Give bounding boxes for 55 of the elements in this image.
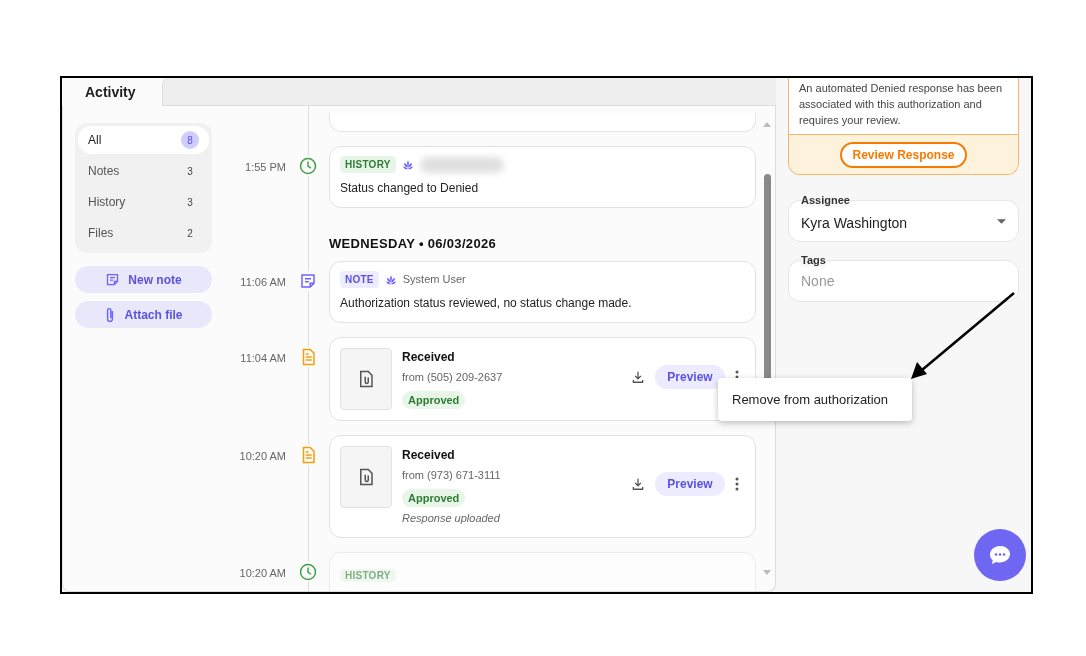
alert-text: An automated Denied response has been associated with this authorization and requires your review. bbox=[799, 81, 1004, 128]
status-badge: Approved bbox=[402, 390, 466, 409]
filter-item[interactable]: All 8 bbox=[78, 126, 209, 154]
activity-text: Status changed to Denied bbox=[340, 180, 480, 197]
filter-label: Files bbox=[88, 225, 114, 242]
filter-count: 3 bbox=[186, 164, 194, 179]
filter-label: Notes bbox=[88, 163, 120, 180]
note-tag: NOTE bbox=[340, 271, 379, 288]
attachment-file-icon bbox=[358, 468, 374, 486]
download-icon[interactable] bbox=[631, 370, 645, 384]
file-note: Response uploaded bbox=[402, 511, 500, 526]
preview-button[interactable]: Preview bbox=[655, 472, 725, 497]
tab[interactable]: Activity bbox=[62, 78, 162, 106]
download-icon[interactable] bbox=[631, 477, 645, 492]
filter-label: History bbox=[88, 194, 126, 211]
author-name: System User bbox=[402, 272, 466, 288]
tags-placeholder: None bbox=[801, 271, 835, 291]
note-icon bbox=[298, 272, 317, 290]
filter-count: 3 bbox=[186, 195, 194, 210]
lotus-icon bbox=[384, 273, 397, 286]
history-tag: HISTORY bbox=[340, 156, 396, 173]
assignee-label: Assignee bbox=[801, 193, 850, 207]
lotus-icon bbox=[401, 158, 414, 171]
time-label: 11:06 AM bbox=[240, 276, 286, 288]
time-label: 10:20 AM bbox=[239, 566, 286, 579]
preview-button[interactable]: Preview bbox=[655, 365, 725, 389]
filter-item[interactable]: Notes 3 bbox=[78, 157, 209, 185]
time-label: 1:55 PM bbox=[245, 161, 286, 173]
clock-icon bbox=[298, 157, 317, 175]
chat-icon bbox=[989, 545, 1011, 565]
attachment-file-icon bbox=[358, 370, 374, 388]
attach-file-button[interactable]: Attach file bbox=[75, 301, 212, 328]
time-label: 11:04 AM bbox=[240, 352, 286, 364]
file-sender: from (973) 671-3111 bbox=[402, 468, 501, 483]
clock-icon bbox=[298, 562, 317, 581]
note-icon bbox=[105, 272, 121, 287]
menu-item[interactable]: Remove from authorization bbox=[732, 389, 889, 410]
filter-item[interactable]: Files 2 bbox=[78, 219, 209, 247]
filter-count: 2 bbox=[186, 226, 194, 241]
history-tag: HISTORY bbox=[340, 568, 396, 582]
status-badge: Approved bbox=[402, 488, 466, 507]
filter-count: 8 bbox=[181, 131, 199, 149]
time-label: 10:20 AM bbox=[239, 450, 286, 462]
new-note-button[interactable]: New note bbox=[75, 266, 212, 293]
file-title: Received bbox=[402, 349, 455, 366]
date-header: WEDNESDAY • 06/03/2026 bbox=[329, 236, 497, 251]
tags-label: Tags bbox=[801, 253, 826, 267]
more-options-icon[interactable] bbox=[735, 477, 739, 492]
filter-item[interactable]: History 3 bbox=[78, 188, 209, 216]
file-sender: from (505) 209-2637 bbox=[402, 370, 503, 385]
filter-label: All bbox=[88, 132, 102, 149]
dropdown-caret-icon bbox=[997, 218, 1006, 224]
activity-text: Authorization status reviewed, no status change made. bbox=[340, 295, 633, 312]
assignee-value: Kyra Washington bbox=[801, 214, 908, 233]
file-title: Received bbox=[402, 447, 455, 464]
